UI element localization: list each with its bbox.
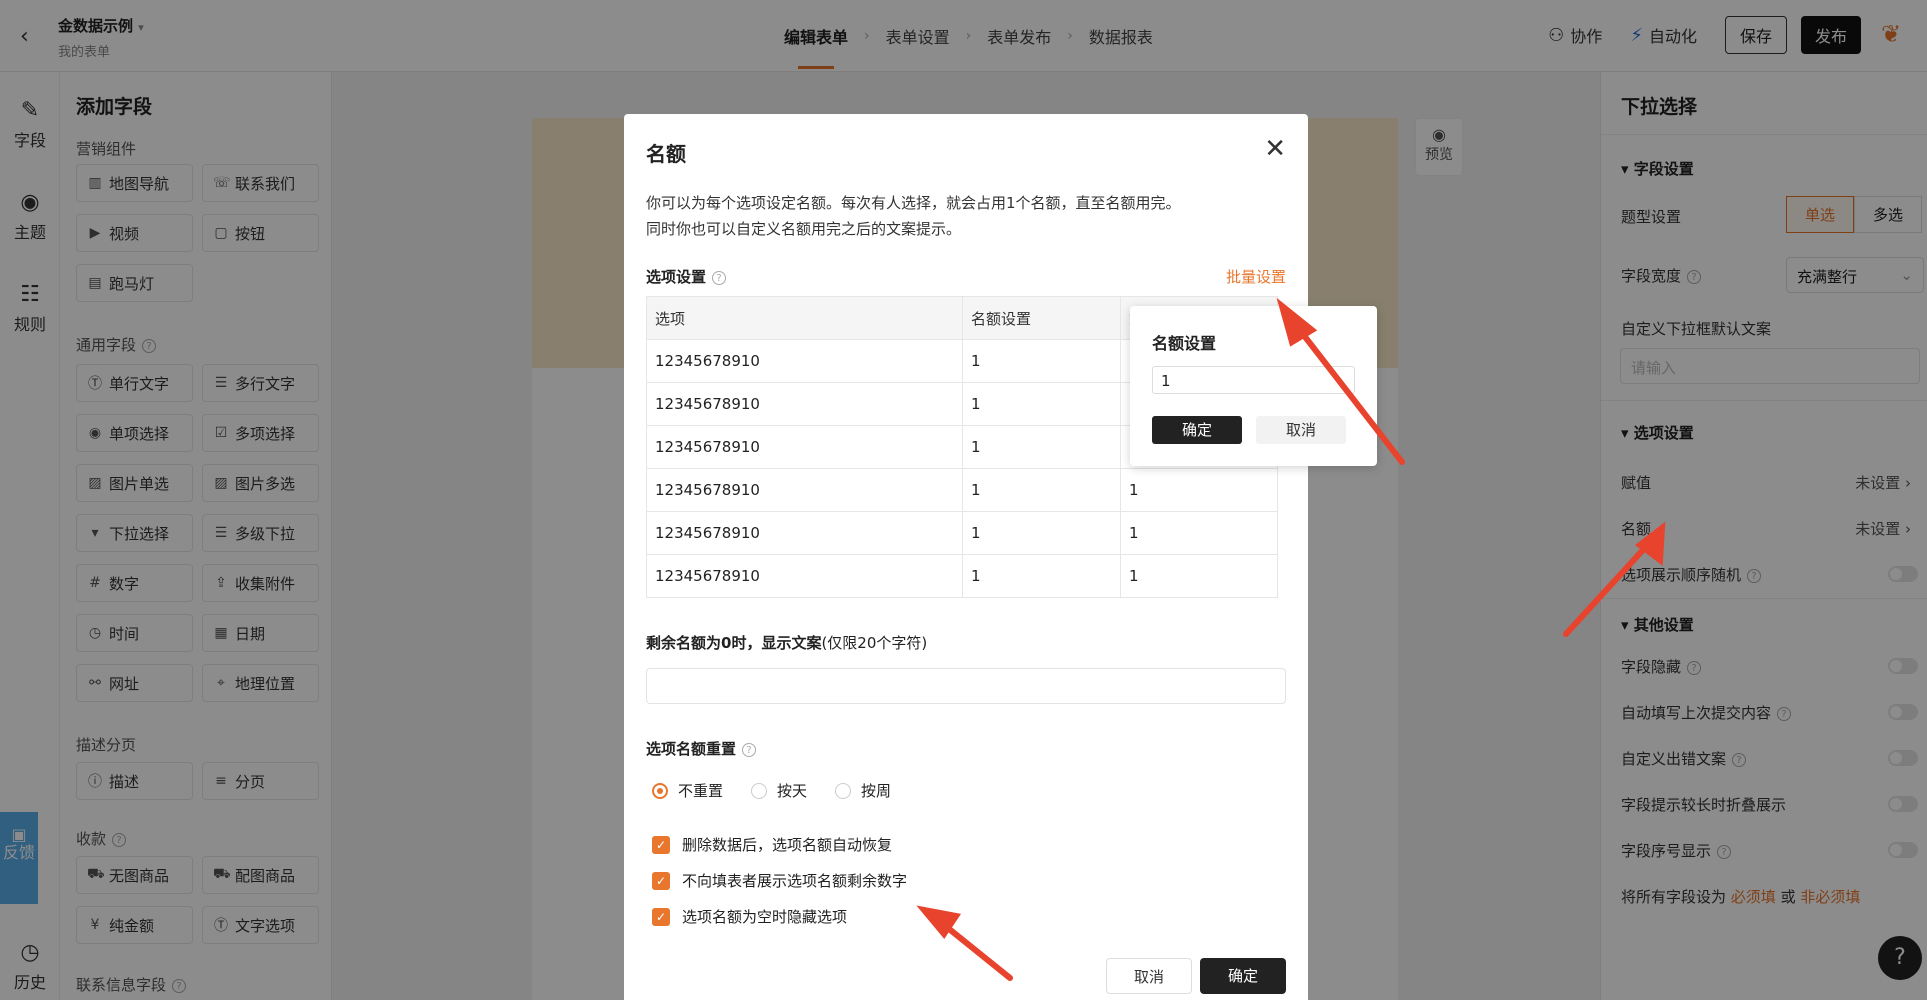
arrow-to-quota-row <box>1563 537 1655 637</box>
annotation-arrows <box>916 297 1666 981</box>
arrow-to-batch-settings <box>1289 317 1405 465</box>
arrow-head <box>1635 521 1666 566</box>
